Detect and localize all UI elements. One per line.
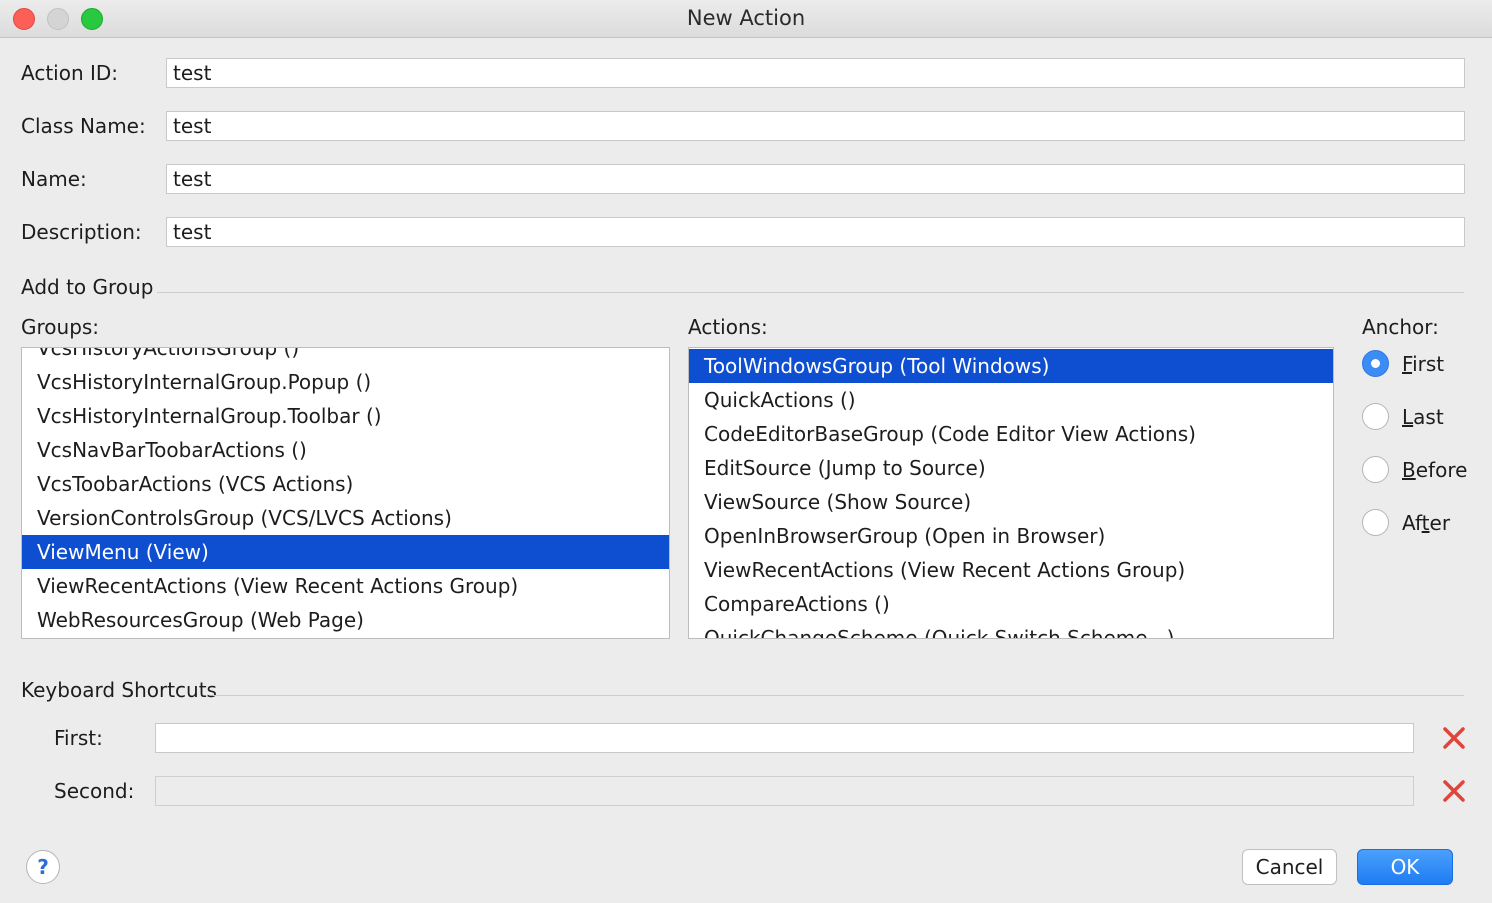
group-list-item[interactable]: VcsHistoryActionsGroup () xyxy=(22,348,669,365)
class-name-label: Class Name: xyxy=(21,114,146,138)
second-shortcut-input[interactable] xyxy=(155,776,1414,806)
groups-label: Groups: xyxy=(21,315,100,339)
group-list-item[interactable]: ViewRecentActions (View Recent Actions G… xyxy=(22,569,669,603)
group-list-item[interactable]: VcsHistoryInternalGroup.Popup () xyxy=(22,365,669,399)
anchor-option-first[interactable]: First xyxy=(1362,350,1444,377)
anchor-label: Anchor: xyxy=(1362,315,1439,339)
name-input[interactable]: test xyxy=(166,164,1465,194)
ok-button[interactable]: OK xyxy=(1357,849,1453,885)
keyboard-shortcuts-title: Keyboard Shortcuts xyxy=(21,678,217,702)
add-to-group-title: Add to Group xyxy=(21,275,154,299)
action-list-item[interactable]: QuickActions () xyxy=(689,383,1333,417)
first-shortcut-input[interactable] xyxy=(155,723,1414,753)
anchor-after-label: After xyxy=(1402,510,1451,535)
anchor-last-label: Last xyxy=(1402,404,1444,429)
actions-list[interactable]: ToolWindowsGroup (Tool Windows) QuickActi… xyxy=(688,347,1334,639)
groups-list[interactable]: VcsHistoryActionsGroup () VcsHistoryInter… xyxy=(21,347,670,639)
actions-label: Actions: xyxy=(688,315,768,339)
group-list-item[interactable]: VcsToobarActions (VCS Actions) xyxy=(22,467,669,501)
action-list-item[interactable]: ToolWindowsGroup (Tool Windows) xyxy=(689,349,1333,383)
description-input[interactable]: test xyxy=(166,217,1465,247)
clear-x-icon[interactable] xyxy=(1441,725,1467,751)
anchor-first-radio[interactable] xyxy=(1362,350,1389,377)
anchor-after-radio[interactable] xyxy=(1362,509,1389,536)
action-id-input[interactable]: test xyxy=(166,58,1465,88)
description-label: Description: xyxy=(21,220,142,244)
title-bar: New Action xyxy=(0,0,1492,38)
group-list-item[interactable]: ViewMenu (View) xyxy=(22,535,669,569)
group-list-item[interactable]: VcsHistoryInternalGroup.Toolbar () xyxy=(22,399,669,433)
keyboard-shortcuts-separator xyxy=(213,695,1464,696)
action-list-item[interactable]: EditSource (Jump to Source) xyxy=(689,451,1333,485)
name-label: Name: xyxy=(21,167,87,191)
add-to-group-separator xyxy=(157,292,1464,293)
group-list-item[interactable]: WebResourcesGroup (Web Page) xyxy=(22,603,669,637)
group-list-item[interactable]: VersionControlsGroup (VCS/LVCS Actions) xyxy=(22,501,669,535)
anchor-last-radio[interactable] xyxy=(1362,403,1389,430)
window-title: New Action xyxy=(686,6,806,30)
action-list-item[interactable]: ViewSource (Show Source) xyxy=(689,485,1333,519)
second-shortcut-label: Second: xyxy=(54,779,135,803)
action-id-label: Action ID: xyxy=(21,61,119,85)
anchor-first-label: First xyxy=(1402,351,1445,376)
first-shortcut-label: First: xyxy=(54,726,103,750)
class-name-input[interactable]: test xyxy=(166,111,1465,141)
anchor-before-label: Before xyxy=(1402,457,1468,482)
anchor-option-after[interactable]: After xyxy=(1362,509,1450,536)
action-list-item[interactable]: OpenInBrowserGroup (Open in Browser) xyxy=(689,519,1333,553)
action-list-item[interactable]: QuickChangeScheme (Quick Switch Scheme..… xyxy=(689,621,1333,638)
clear-x-icon[interactable] xyxy=(1441,778,1467,804)
group-list-item[interactable]: VcsNavBarToobarActions () xyxy=(22,433,669,467)
anchor-option-last[interactable]: Last xyxy=(1362,403,1444,430)
action-list-item[interactable]: CompareActions () xyxy=(689,587,1333,621)
anchor-option-before[interactable]: Before xyxy=(1362,456,1467,483)
anchor-before-radio[interactable] xyxy=(1362,456,1389,483)
cancel-button[interactable]: Cancel xyxy=(1242,849,1337,885)
action-list-item[interactable]: CodeEditorBaseGroup (Code Editor View Ac… xyxy=(689,417,1333,451)
help-button[interactable]: ? xyxy=(26,850,60,884)
action-list-item[interactable]: ViewRecentActions (View Recent Actions G… xyxy=(689,553,1333,587)
